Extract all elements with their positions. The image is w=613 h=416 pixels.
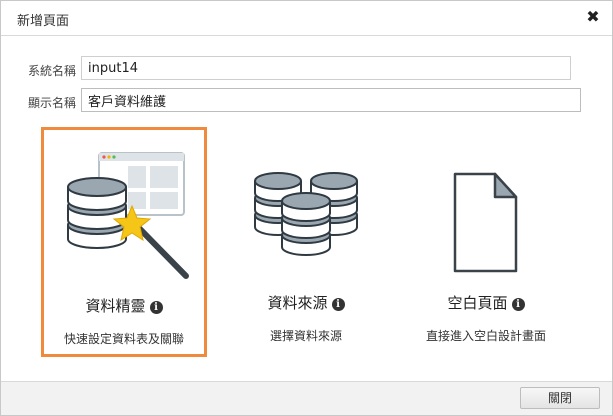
- new-page-dialog: 新增頁面 ✖ 系統名稱 顯示名稱: [0, 0, 613, 416]
- dialog-titlebar: 新增頁面 ✖: [1, 1, 612, 36]
- option-data-source[interactable]: 資料來源 i 選擇資料來源: [223, 127, 389, 357]
- info-icon[interactable]: i: [331, 298, 345, 311]
- info-icon[interactable]: i: [149, 301, 163, 314]
- option-title-text: 資料來源: [267, 294, 328, 312]
- option-blank-page[interactable]: 空白頁面 i 直接進入空白設計畫面: [403, 127, 569, 357]
- option-title-text: 空白頁面: [447, 294, 508, 312]
- display-name-label: 顯示名稱: [28, 96, 77, 110]
- database-wizard-icon: [67, 152, 189, 279]
- option-title: 資料精靈 i: [44, 295, 204, 316]
- display-name-input[interactable]: [81, 88, 581, 112]
- option-title: 資料來源 i: [223, 292, 389, 313]
- close-button[interactable]: 關閉: [520, 387, 600, 409]
- dialog-title: 新增頁面: [17, 14, 70, 29]
- database-stack-icon: [254, 172, 358, 256]
- blank-page-icon: [453, 172, 518, 273]
- option-description: 選擇資料來源: [269, 329, 342, 343]
- option-description: 快速設定資料表及關聯: [63, 332, 184, 346]
- option-description: 直接進入空白設計畫面: [425, 329, 546, 343]
- dialog-footer: 關閉: [1, 381, 612, 415]
- option-title: 空白頁面 i: [403, 292, 569, 313]
- system-name-input[interactable]: [81, 56, 571, 80]
- close-icon[interactable]: ✖: [584, 8, 602, 26]
- system-name-label: 系統名稱: [28, 64, 77, 78]
- option-title-text: 資料精靈: [85, 297, 146, 315]
- option-data-wizard[interactable]: 資料精靈 i 快速設定資料表及關聯: [41, 127, 207, 357]
- info-icon[interactable]: i: [511, 298, 525, 311]
